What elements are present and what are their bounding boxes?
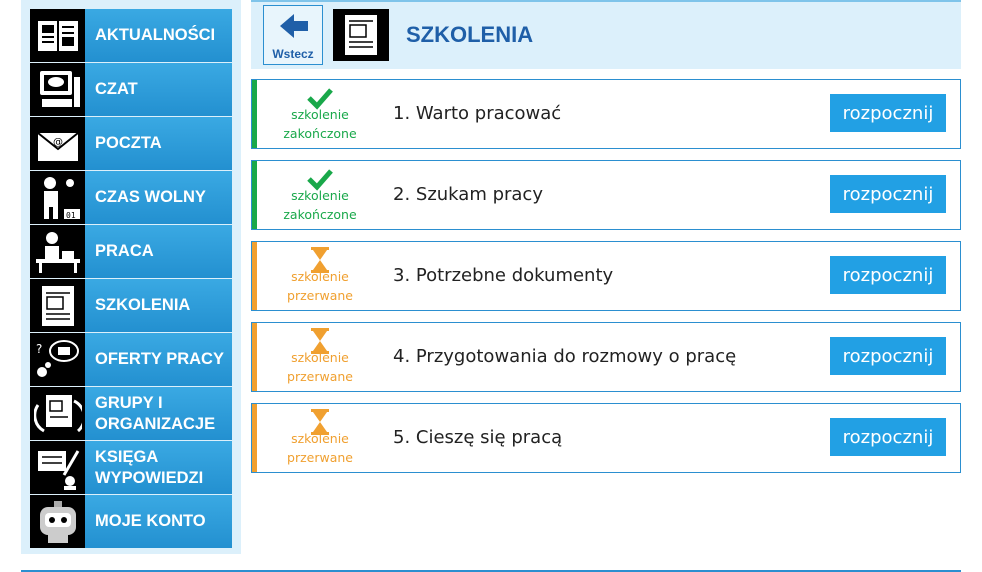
worker-desk-icon [30,225,85,278]
sidebar-item-label: KSIĘGA WYPOWIEDZI [95,447,204,487]
status-accent-bar [252,323,257,391]
leisure-icon: 01 [30,171,85,224]
back-button[interactable]: Wstecz [263,5,323,65]
sidebar-item-label: CZAT [95,80,138,98]
document-icon [333,9,389,61]
course-row: szkolenie przerwane 4. Przygotowania do ro… [251,322,961,392]
sidebar-item-label: AKTUALNOŚCI [95,26,216,44]
groups-icon [30,387,85,440]
status-line2: przerwane [287,369,353,384]
course-title: 5. Cieszę się pracą [393,427,563,448]
status-line2: przerwane [287,450,353,465]
sidebar-item-poczta[interactable]: @ POCZTA [30,117,232,170]
status-line2: zakończone [283,126,357,141]
sidebar-item-label: POCZTA [95,134,162,152]
svg-text:?: ? [36,342,42,356]
start-button[interactable]: rozpocznij [830,256,946,294]
page-header: Wstecz SZKOLENIA [251,2,961,69]
newspaper-icon [30,9,85,62]
back-button-label: Wstecz [272,47,314,61]
sidebar: AKTUALNOŚCI CZAT @ POCZTA 01 CZAS WOLNY … [21,0,241,554]
status-accent-bar [252,80,257,148]
course-title: 3. Potrzebne dokumenty [393,265,614,286]
status-line1: szkolenie [291,431,349,446]
sidebar-item-label: PRACA [95,242,154,260]
status-badge: szkolenie zakończone [278,165,362,224]
course-title: 2. Szukam pracy [393,184,543,205]
sidebar-item-czas-wolny[interactable]: 01 CZAS WOLNY [30,171,232,224]
start-button[interactable]: rozpocznij [830,337,946,375]
sidebar-nav: AKTUALNOŚCI CZAT @ POCZTA 01 CZAS WOLNY … [30,9,232,549]
status-accent-bar [252,161,257,229]
sidebar-item-szkolenia[interactable]: SZKOLENIA [30,279,232,332]
start-button[interactable]: rozpocznij [830,418,946,456]
status-line2: przerwane [287,288,353,303]
status-badge: szkolenie przerwane [278,408,362,467]
status-line1: szkolenie [291,188,349,203]
svg-text:01: 01 [66,211,76,220]
sidebar-item-label: OFERTY PRACY [95,350,224,368]
svg-text:@: @ [53,137,63,148]
sidebar-item-ksiega[interactable]: KSIĘGA WYPOWIEDZI [30,441,232,494]
course-title: 1. Warto pracować [393,103,562,124]
page-title: SZKOLENIA [406,22,534,47]
envelope-icon: @ [30,117,85,170]
course-row: szkolenie zakończone 1. Warto pracować rozp… [251,79,961,149]
status-accent-bar [252,404,257,472]
start-button[interactable]: rozpocznij [830,175,946,213]
sidebar-item-aktualnosci[interactable]: AKTUALNOŚCI [30,9,232,62]
sidebar-item-label: GRUPY I ORGANIZACJE [95,393,216,433]
status-line1: szkolenie [291,269,349,284]
status-line2: zakończone [283,207,357,222]
thinking-icon: ? [30,333,85,386]
document-icon [30,279,85,332]
sidebar-item-oferty-pracy[interactable]: ? OFERTY PRACY [30,333,232,386]
computer-chat-icon [30,63,85,116]
sidebar-item-label: MOJE KONTO [95,512,206,530]
status-accent-bar [252,242,257,310]
status-badge: szkolenie zakończone [278,84,362,143]
course-title: 4. Przygotowania do rozmowy o pracę [393,346,737,367]
sidebar-item-label: CZAS WOLNY [95,188,206,206]
robot-icon [30,495,85,548]
arrow-left-icon [280,14,308,38]
sidebar-item-moje-konto[interactable]: MOJE KONTO [30,495,232,548]
course-row: szkolenie zakończone 2. Szukam pracy rozpoc… [251,160,961,230]
sidebar-item-praca[interactable]: PRACA [30,225,232,278]
sidebar-item-grupy[interactable]: GRUPY I ORGANIZACJE [30,387,232,440]
sidebar-item-label: SZKOLENIA [95,296,191,314]
course-row: szkolenie przerwane 3. Potrzebne dokumenty… [251,241,961,311]
status-badge: szkolenie przerwane [278,327,362,386]
status-line1: szkolenie [291,107,349,122]
status-badge: szkolenie przerwane [278,246,362,305]
start-button[interactable]: rozpocznij [830,94,946,132]
status-line1: szkolenie [291,350,349,365]
guestbook-icon [30,441,85,494]
sidebar-item-czat[interactable]: CZAT [30,63,232,116]
course-row: szkolenie przerwane 5. Cieszę się pracą roz… [251,403,961,473]
